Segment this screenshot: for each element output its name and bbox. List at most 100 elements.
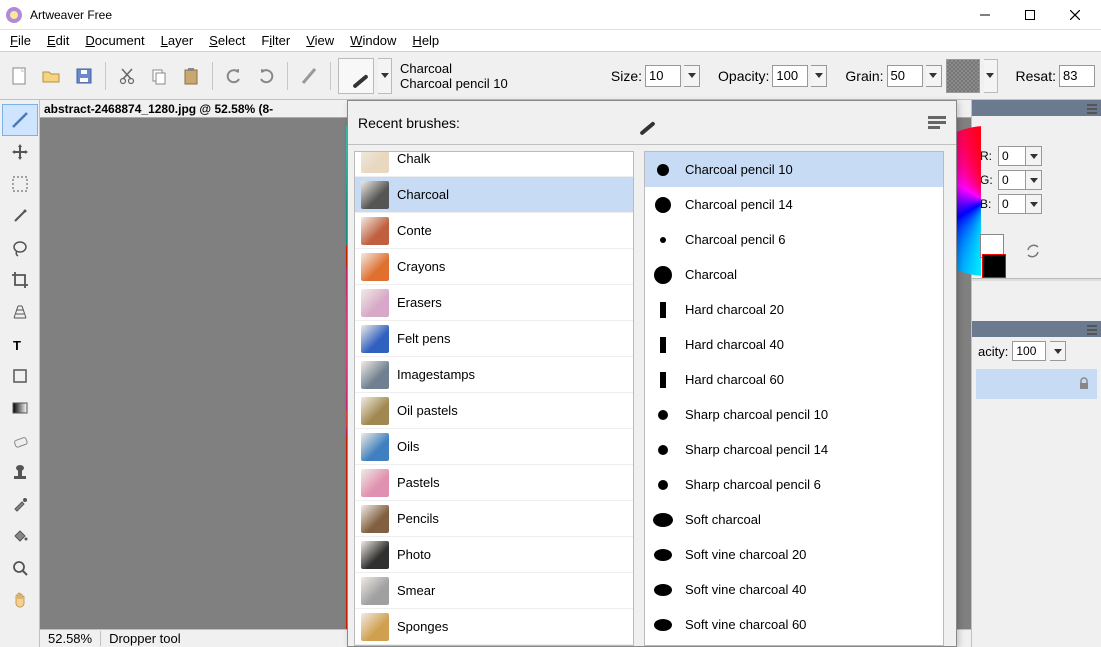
popup-options-icon[interactable] bbox=[928, 116, 946, 130]
brush-tool-shortcut[interactable] bbox=[295, 62, 323, 90]
category-icon bbox=[361, 181, 389, 209]
variant-item[interactable]: Hard charcoal 20 bbox=[645, 292, 943, 327]
opacity-dropdown[interactable] bbox=[811, 65, 827, 87]
menu-view[interactable]: View bbox=[298, 31, 342, 50]
variant-item[interactable]: Charcoal pencil 14 bbox=[645, 187, 943, 222]
b-input[interactable] bbox=[998, 194, 1026, 214]
text-tool[interactable]: T bbox=[2, 328, 38, 360]
new-file-button[interactable] bbox=[6, 62, 34, 90]
grain-texture-dropdown[interactable] bbox=[984, 59, 998, 93]
grain-input[interactable] bbox=[887, 65, 923, 87]
brush-category-dropdown[interactable] bbox=[378, 58, 392, 94]
layer-opacity-dropdown[interactable] bbox=[1050, 341, 1066, 361]
open-file-button[interactable] bbox=[38, 62, 66, 90]
category-item[interactable]: Oils bbox=[355, 429, 633, 465]
category-item[interactable]: Pastels bbox=[355, 465, 633, 501]
variant-item[interactable]: Charcoal pencil 6 bbox=[645, 222, 943, 257]
toolbar-separator bbox=[330, 62, 331, 90]
lasso-tool[interactable] bbox=[2, 232, 38, 264]
layer-row[interactable] bbox=[976, 369, 1097, 399]
layer-panel-header[interactable] bbox=[972, 321, 1101, 337]
variant-item[interactable]: Hard charcoal 60 bbox=[645, 362, 943, 397]
variant-item[interactable]: Hard charcoal 40 bbox=[645, 327, 943, 362]
variant-item[interactable]: Soft vine charcoal 20 bbox=[645, 537, 943, 572]
redo-button[interactable] bbox=[252, 62, 280, 90]
paste-button[interactable] bbox=[177, 62, 205, 90]
grain-dropdown[interactable] bbox=[926, 65, 942, 87]
variant-item[interactable]: Soft vine charcoal 60 bbox=[645, 607, 943, 642]
cut-button[interactable] bbox=[113, 62, 141, 90]
bucket-tool[interactable] bbox=[2, 520, 38, 552]
layer-opacity-input[interactable] bbox=[1012, 341, 1046, 361]
shape-tool[interactable] bbox=[2, 360, 38, 392]
wand-tool[interactable] bbox=[2, 200, 38, 232]
menu-window[interactable]: Window bbox=[342, 31, 404, 50]
brush-preview[interactable] bbox=[338, 58, 374, 94]
menu-help[interactable]: Help bbox=[404, 31, 447, 50]
panel-header[interactable] bbox=[972, 100, 1101, 116]
r-dropdown[interactable] bbox=[1026, 146, 1042, 166]
category-item[interactable]: Smear bbox=[355, 573, 633, 609]
category-item[interactable]: Felt pens bbox=[355, 321, 633, 357]
size-input[interactable] bbox=[645, 65, 681, 87]
variant-item[interactable]: Sharp charcoal pencil 6 bbox=[645, 467, 943, 502]
variant-item[interactable]: Sharp charcoal pencil 10 bbox=[645, 397, 943, 432]
eraser-tool[interactable] bbox=[2, 424, 38, 456]
r-input[interactable] bbox=[998, 146, 1026, 166]
g-dropdown[interactable] bbox=[1026, 170, 1042, 190]
g-label: G: bbox=[980, 173, 998, 187]
opacity-input[interactable] bbox=[772, 65, 808, 87]
category-item[interactable]: Oil pastels bbox=[355, 393, 633, 429]
save-button[interactable] bbox=[70, 62, 98, 90]
size-dropdown[interactable] bbox=[684, 65, 700, 87]
crop-tool[interactable] bbox=[2, 264, 38, 296]
variant-item[interactable]: Soft charcoal bbox=[645, 502, 943, 537]
recent-brush-icon[interactable] bbox=[629, 109, 657, 137]
category-item[interactable]: Erasers bbox=[355, 285, 633, 321]
category-item[interactable]: Crayons bbox=[355, 249, 633, 285]
menu-layer[interactable]: Layer bbox=[153, 31, 202, 50]
maximize-button[interactable] bbox=[1007, 1, 1052, 29]
dropper-tool[interactable] bbox=[2, 488, 38, 520]
minimize-button[interactable] bbox=[962, 1, 1007, 29]
move-tool[interactable] bbox=[2, 136, 38, 168]
brush-variant-list[interactable]: Charcoal pencil 10Charcoal pencil 14Char… bbox=[644, 151, 944, 646]
category-item[interactable]: Charcoal bbox=[355, 177, 633, 213]
menu-edit[interactable]: Edit bbox=[39, 31, 77, 50]
category-item[interactable]: Conte bbox=[355, 213, 633, 249]
hand-tool[interactable] bbox=[2, 584, 38, 616]
b-dropdown[interactable] bbox=[1026, 194, 1042, 214]
category-label: Oils bbox=[397, 439, 419, 454]
menu-document[interactable]: Document bbox=[77, 31, 152, 50]
variant-icon bbox=[651, 613, 675, 637]
gradient-tool[interactable] bbox=[2, 392, 38, 424]
perspective-tool[interactable] bbox=[2, 296, 38, 328]
category-item[interactable]: Pencils bbox=[355, 501, 633, 537]
brush-tool[interactable] bbox=[2, 104, 38, 136]
variant-item[interactable]: Charcoal bbox=[645, 257, 943, 292]
copy-button[interactable] bbox=[145, 62, 173, 90]
g-input[interactable] bbox=[998, 170, 1026, 190]
menu-select[interactable]: Select bbox=[201, 31, 253, 50]
menu-filter[interactable]: Filter bbox=[253, 31, 298, 50]
rect-select-tool[interactable] bbox=[2, 168, 38, 200]
menu-file[interactable]: File bbox=[2, 31, 39, 50]
grain-texture-preview[interactable] bbox=[946, 59, 980, 93]
brush-category-list[interactable]: ChalkCharcoalConteCrayonsErasersFelt pen… bbox=[354, 151, 634, 646]
category-item[interactable]: Sponges bbox=[355, 609, 633, 645]
variant-item[interactable]: Sharp charcoal pencil 14 bbox=[645, 432, 943, 467]
variant-item[interactable]: Charcoal pencil 10 bbox=[645, 152, 943, 187]
category-item[interactable]: Chalk bbox=[355, 151, 633, 177]
undo-button[interactable] bbox=[220, 62, 248, 90]
resat-input[interactable] bbox=[1059, 65, 1095, 87]
foreground-color-swatch[interactable] bbox=[982, 254, 1006, 278]
variant-item[interactable]: Soft vine charcoal 40 bbox=[645, 572, 943, 607]
swap-colors-icon[interactable] bbox=[1024, 242, 1044, 262]
category-item[interactable]: Imagestamps bbox=[355, 357, 633, 393]
category-item[interactable]: Photo bbox=[355, 537, 633, 573]
variant-label: Sharp charcoal pencil 10 bbox=[685, 407, 828, 422]
zoom-tool[interactable] bbox=[2, 552, 38, 584]
variant-icon bbox=[651, 263, 675, 287]
stamp-tool[interactable] bbox=[2, 456, 38, 488]
close-button[interactable] bbox=[1052, 1, 1097, 29]
